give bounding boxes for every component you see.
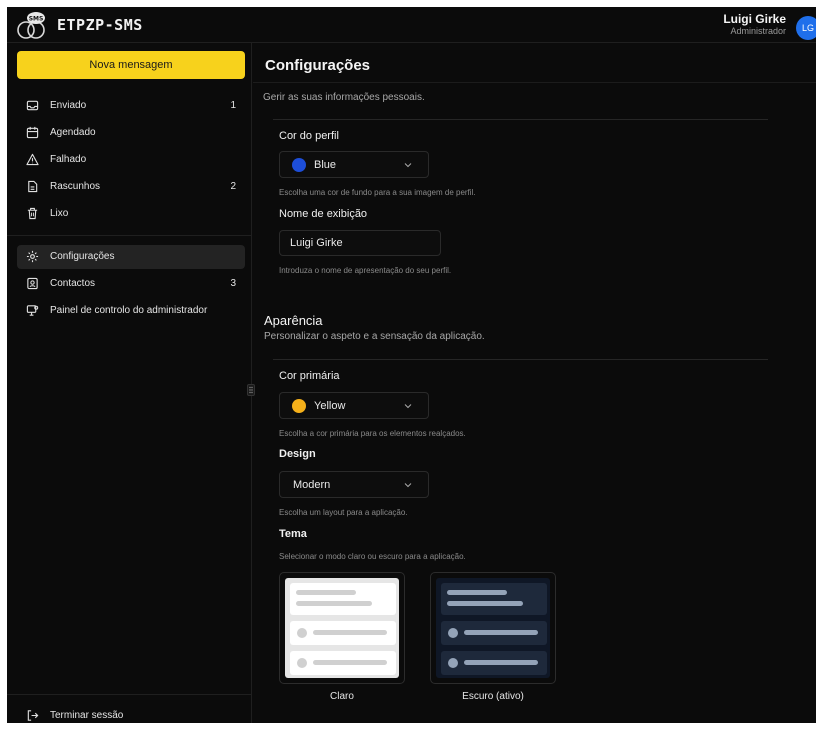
primary-color-hint: Escolha a cor primária para os elementos… <box>279 429 466 438</box>
calendar-icon <box>26 126 39 139</box>
preview-circle <box>448 658 458 668</box>
page-title: Configurações <box>265 57 371 74</box>
admin-icon <box>26 305 39 316</box>
svg-text:SMS: SMS <box>29 16 44 23</box>
page-subtitle: Gerir as suas informações pessoais. <box>263 92 425 103</box>
preview-circle <box>448 628 458 638</box>
design-label: Design <box>279 448 316 460</box>
preview-line <box>447 590 507 595</box>
sidebar-item-label: Configurações <box>50 251 115 262</box>
header-divider <box>253 82 816 83</box>
preview-circle <box>297 628 307 638</box>
design-hint: Escolha um layout para a aplicação. <box>279 508 408 517</box>
preview-line <box>464 630 538 635</box>
sidebar-item-label: Agendado <box>50 127 96 138</box>
primary-color-label: Cor primária <box>279 370 340 382</box>
theme-hint: Selecionar o modo claro ou escuro para a… <box>279 552 466 561</box>
display-name-hint: Introduza o nome de apresentação do seu … <box>279 266 452 275</box>
sidebar-item-count: 1 <box>230 100 236 111</box>
theme-dark-label: Escuro (ativo) <box>462 691 524 702</box>
preview-block <box>290 583 396 615</box>
avatar[interactable]: LG <box>796 16 816 40</box>
appearance-title: Aparência <box>264 313 323 328</box>
sidebar-item-label: Contactos <box>50 278 96 289</box>
sidebar-item-drafts[interactable]: Rascunhos 2 <box>17 175 245 199</box>
design-value: Modern <box>293 479 331 491</box>
preview-line <box>313 630 387 635</box>
logout-label: Terminar sessão <box>50 710 124 721</box>
preview-line <box>313 660 387 665</box>
file-icon <box>28 180 38 193</box>
blue-swatch-icon <box>292 158 306 172</box>
sidebar-item-label: Painel de controlo do administrador <box>50 305 208 316</box>
sidebar-item-contacts[interactable]: Contactos 3 <box>17 272 245 296</box>
sidebar-item-label: Falhado <box>50 154 87 165</box>
sidebar-item-count: 2 <box>230 181 236 192</box>
app-name: ETPZP-SMS <box>57 16 143 34</box>
user-name: Luigi Girke <box>723 12 786 26</box>
display-name-label: Nome de exibição <box>279 208 368 220</box>
sidebar-item-sent[interactable]: Enviado 1 <box>17 94 245 118</box>
top-bar: SMS ETPZP-SMS Luigi Girke Administrador … <box>7 7 816 43</box>
appearance-subtitle: Personalizar o aspeto e a sensação da ap… <box>264 331 485 342</box>
app-logo: SMS <box>17 12 45 39</box>
primary-color-select[interactable]: Yellow <box>279 392 429 419</box>
sidebar-divider <box>7 694 252 695</box>
display-name-input[interactable]: Luigi Girke <box>279 230 441 256</box>
design-select[interactable]: Modern <box>279 471 429 498</box>
sidebar-divider <box>7 235 252 236</box>
profile-color-value: Blue <box>314 159 337 171</box>
trash-icon <box>27 207 38 220</box>
sidebar-item-settings[interactable]: Configurações <box>17 245 245 269</box>
section-divider <box>273 359 768 360</box>
sidebar-item-trash[interactable]: Lixo <box>17 202 245 226</box>
sidebar-item-label: Enviado <box>50 100 87 111</box>
sidebar-item-admin-panel[interactable]: Painel de controlo do administrador <box>17 299 245 323</box>
preview-line <box>296 590 356 595</box>
profile-color-hint: Escolha uma cor de fundo para a sua imag… <box>279 188 476 197</box>
sidebar-item-label: Rascunhos <box>50 181 101 192</box>
sidebar-item-scheduled[interactable]: Agendado <box>17 121 245 145</box>
theme-dark-option[interactable] <box>430 572 556 684</box>
warning-icon <box>26 153 39 166</box>
dark-preview <box>436 578 550 678</box>
sidebar-item-count: 3 <box>230 278 236 289</box>
yellow-swatch-icon <box>292 399 306 413</box>
chevron-down-icon <box>404 163 412 168</box>
gear-icon <box>26 250 39 263</box>
new-message-button[interactable]: Nova mensagem <box>17 51 245 79</box>
preview-line <box>296 601 372 606</box>
theme-label: Tema <box>279 528 307 540</box>
primary-color-value: Yellow <box>314 400 346 412</box>
settings-panel: Configurações Gerir as suas informações … <box>253 43 816 723</box>
sidebar: Nova mensagem Enviado 1 Agendado Falhado… <box>7 43 252 723</box>
preview-circle <box>297 658 307 668</box>
app-window: SMS ETPZP-SMS Luigi Girke Administrador … <box>7 7 816 723</box>
profile-color-select[interactable]: Blue <box>279 151 429 178</box>
logout-icon <box>27 710 39 721</box>
preview-line <box>464 660 538 665</box>
logout-button[interactable]: Terminar sessão <box>17 704 245 723</box>
user-role: Administrador <box>730 26 786 36</box>
section-divider <box>273 119 768 120</box>
inbox-icon <box>26 100 39 111</box>
preview-block <box>441 583 547 615</box>
chevron-down-icon <box>404 483 412 488</box>
theme-light-option[interactable] <box>279 572 405 684</box>
light-preview <box>285 578 399 678</box>
preview-line <box>447 601 523 606</box>
sidebar-item-failed[interactable]: Falhado <box>17 148 245 172</box>
chevron-down-icon <box>404 404 412 409</box>
contacts-icon <box>27 277 38 290</box>
user-menu[interactable]: Luigi Girke Administrador <box>723 12 786 37</box>
profile-color-label: Cor do perfil <box>279 130 339 142</box>
sidebar-item-label: Lixo <box>50 208 69 219</box>
theme-light-label: Claro <box>330 691 354 702</box>
